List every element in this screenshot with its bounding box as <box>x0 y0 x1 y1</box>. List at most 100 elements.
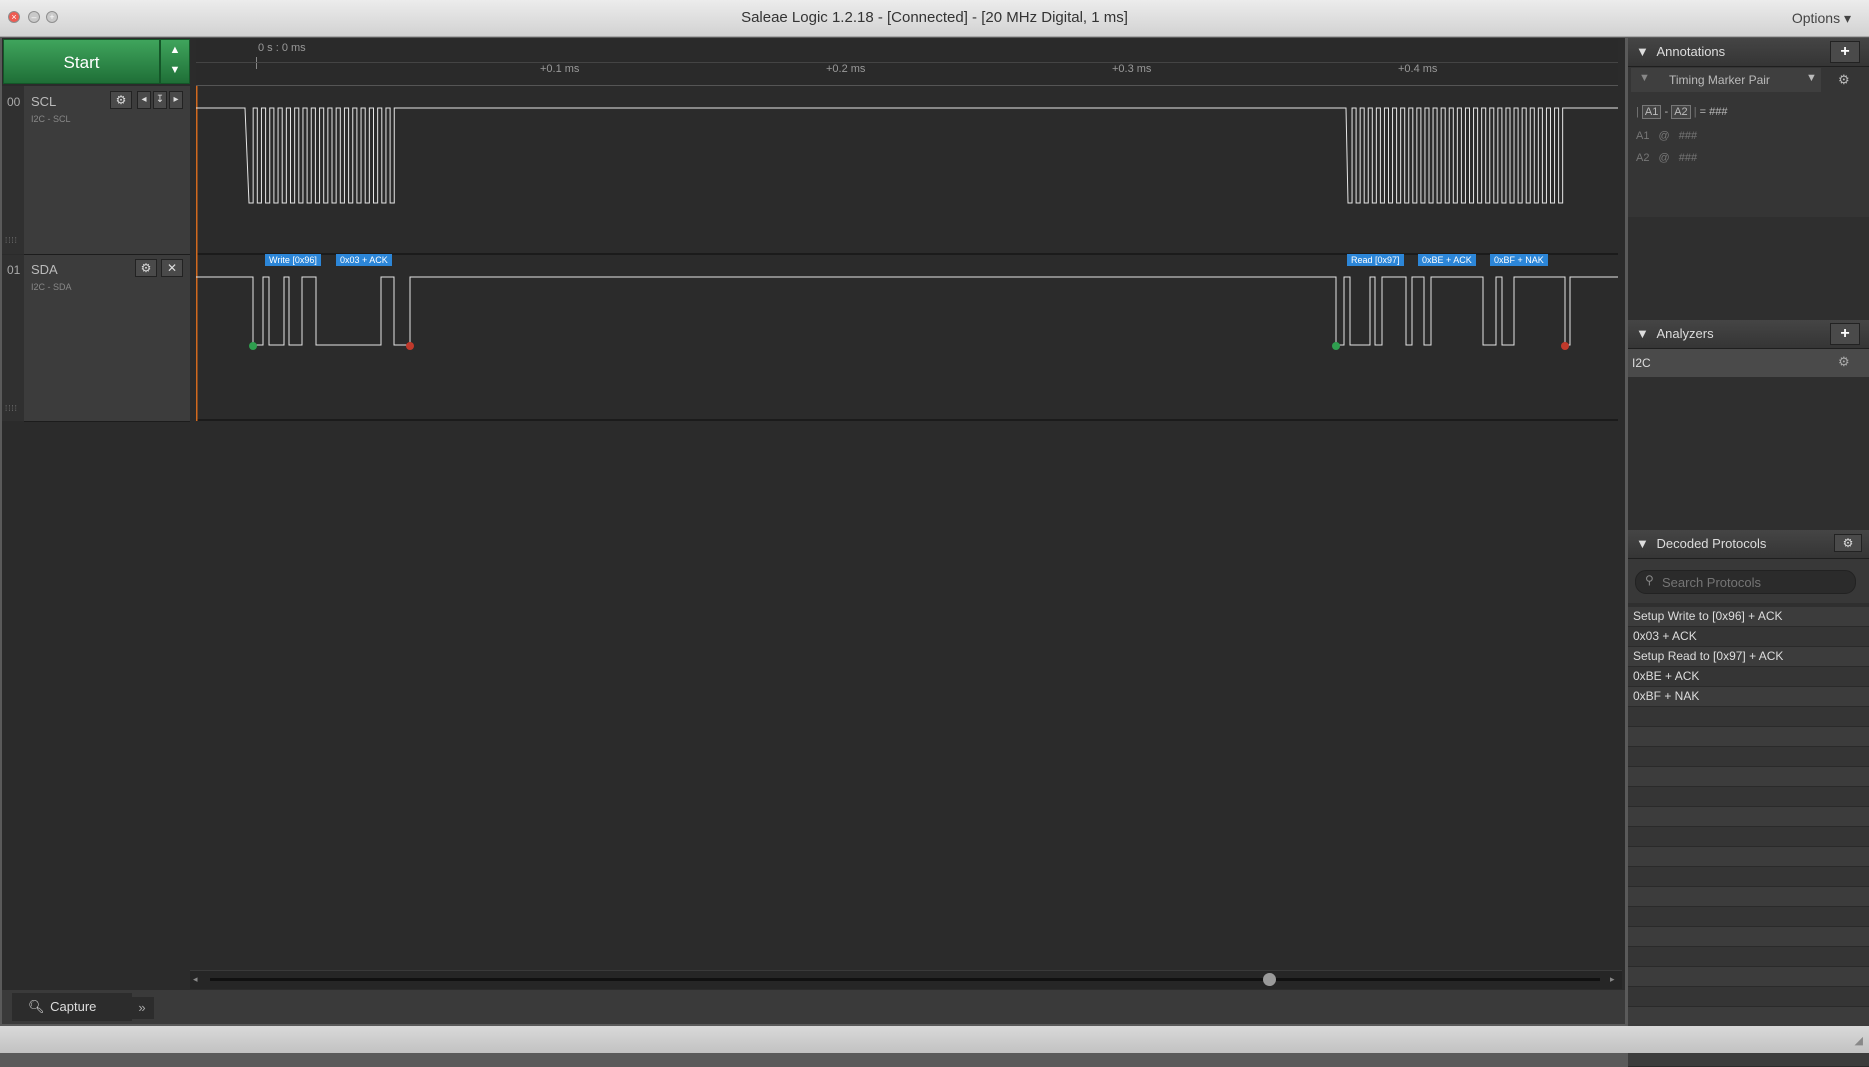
right-panel: ▼ Annotations + ▼ Timing Marker Pair ▼ ⚙… <box>1628 38 1869 1067</box>
analyzer-gear-icon[interactable]: ⚙ <box>1838 354 1850 370</box>
decoded-protocol-item[interactable]: 0xBE + ACK <box>1628 667 1869 687</box>
status-bar: ◢ <box>0 1026 1869 1053</box>
tick-label: +0.2 ms <box>826 63 866 75</box>
empty-row <box>1628 887 1869 907</box>
search-icon: ⚲ <box>1645 573 1654 587</box>
empty-row <box>1628 907 1869 927</box>
channel-1-drag-handle-icon[interactable]: ⁞⁞⁞⁞ <box>5 404 18 413</box>
analyzer-item[interactable]: I2C ⚙ <box>1628 349 1869 377</box>
start-button[interactable]: Start <box>3 39 160 84</box>
start-condition-dot[interactable] <box>249 342 257 350</box>
channel-1-header[interactable] <box>24 255 190 422</box>
options-menu[interactable]: Options ▾ <box>1792 10 1851 27</box>
bottom-bar <box>2 990 1625 1024</box>
sda-waveform <box>196 276 1618 346</box>
collapse-triangle-icon[interactable]: ▼ <box>1636 536 1649 551</box>
empty-row <box>1628 807 1869 827</box>
start-condition-dot[interactable] <box>1332 342 1340 350</box>
empty-row <box>1628 787 1869 807</box>
decoded-protocol-item[interactable]: Setup Read to [0x97] + ACK <box>1628 647 1869 667</box>
stop-condition-dot[interactable] <box>406 342 414 350</box>
empty-row <box>1628 967 1869 987</box>
channel-1-close-icon[interactable]: ✕ <box>161 259 183 277</box>
capture-tab[interactable]: 🔍︎ Capture <box>12 993 132 1021</box>
channel-0-trigger-icon[interactable]: ↧ <box>153 91 167 109</box>
add-annotation-button[interactable]: + <box>1830 41 1860 63</box>
empty-row <box>1628 867 1869 887</box>
timing-marker-pair-row[interactable]: ▼ Timing Marker Pair ▼ <box>1631 68 1821 92</box>
decoded-protocols-header[interactable]: ▼ Decoded Protocols <box>1628 530 1869 559</box>
decoded-gear-icon[interactable]: ⚙ <box>1834 534 1862 552</box>
expand-tabs-icon[interactable]: » <box>130 997 154 1019</box>
analyzers-title: Analyzers <box>1656 326 1714 341</box>
formula-dash: - <box>1664 106 1669 118</box>
a2-chip[interactable]: A2 <box>1671 105 1691 119</box>
dropdown-triangle-icon[interactable]: ▼ <box>1806 72 1817 84</box>
channel-0-next-edge-icon[interactable]: ▸ <box>169 91 183 109</box>
scl-waveform <box>196 107 1618 204</box>
empty-row <box>1628 847 1869 867</box>
analyzer-name: I2C <box>1632 356 1651 370</box>
decoded-protocols-title: Decoded Protocols <box>1656 536 1767 551</box>
a1-chip[interactable]: A1 <box>1641 105 1662 119</box>
search-protocols-field[interactable]: ⚲ <box>1635 570 1856 594</box>
channel-0-strip <box>2 86 24 254</box>
decoded-protocol-item[interactable]: 0x03 + ACK <box>1628 627 1869 647</box>
arrow-down-icon[interactable]: ▼ <box>161 60 189 80</box>
waveform-area[interactable]: Write [0x96] 0x03 + ACK Read [0x97] 0xBE… <box>194 86 1618 421</box>
empty-row <box>1628 987 1869 1007</box>
channel-1-gear-icon[interactable]: ⚙ <box>135 259 157 277</box>
a1-at: @ <box>1658 130 1670 142</box>
arrow-up-icon[interactable]: ▲ <box>161 40 189 60</box>
decoded-protocol-item[interactable]: 0xBF + NAK <box>1628 687 1869 707</box>
decode-tag[interactable]: Write [0x96] <box>265 254 321 266</box>
empty-row <box>1628 927 1869 947</box>
scroll-thumb[interactable] <box>1263 973 1276 986</box>
channel-0-name[interactable]: SCL <box>31 94 56 109</box>
marker-pin-icon: ▼ <box>1639 72 1650 84</box>
channel-1-name[interactable]: SDA <box>31 262 58 277</box>
marker-gear-icon[interactable]: ⚙ <box>1838 72 1850 88</box>
channel-0-prev-edge-icon[interactable]: ◂ <box>137 91 151 109</box>
decode-tag[interactable]: 0xBF + NAK <box>1490 254 1548 266</box>
decode-tag[interactable]: 0xBE + ACK <box>1418 254 1476 266</box>
formula-result: = ### <box>1699 106 1728 118</box>
empty-row <box>1628 1007 1869 1027</box>
add-analyzer-button[interactable]: + <box>1830 323 1860 345</box>
decoded-protocol-item[interactable]: Setup Write to [0x96] + ACK <box>1628 607 1869 627</box>
time-ruler[interactable]: 0 s : 0 ms +0.1 ms +0.2 ms +0.3 ms +0.4 … <box>196 39 1618 86</box>
empty-row <box>1628 707 1869 727</box>
a2-label: A2 <box>1636 152 1650 164</box>
decoded-protocol-list: Setup Write to [0x96] + ACK 0x03 + ACK S… <box>1628 607 1869 707</box>
stop-condition-dot[interactable] <box>1561 342 1569 350</box>
a1-label: A1 <box>1636 130 1650 142</box>
empty-row <box>1628 767 1869 787</box>
waveform-svg <box>194 86 1618 421</box>
decode-tag[interactable]: Read [0x97] <box>1347 254 1404 266</box>
start-options-arrows[interactable]: ▲ ▼ <box>160 39 190 84</box>
decode-tag[interactable]: 0x03 + ACK <box>336 254 392 266</box>
title-bar: × – + Saleae Logic 1.2.18 - [Connected] … <box>0 0 1869 37</box>
a2-row: A2 @ ### <box>1636 152 1697 164</box>
timing-marker-pair-label: Timing Marker Pair <box>1669 73 1770 87</box>
horizontal-scrollbar[interactable]: ◂ ▸ <box>190 970 1622 989</box>
channel-0-number: 00 <box>7 95 21 109</box>
tick-label: +0.1 ms <box>540 63 580 75</box>
origin-tick <box>256 57 257 69</box>
a1-row: A1 @ ### <box>1636 130 1697 142</box>
channel-0-gear-icon[interactable]: ⚙ <box>110 91 132 109</box>
scroll-left-icon[interactable]: ◂ <box>193 974 198 985</box>
annotations-title: Annotations <box>1656 44 1726 59</box>
collapse-triangle-icon[interactable]: ▼ <box>1636 44 1649 59</box>
search-protocols-input[interactable] <box>1660 573 1849 591</box>
scroll-track[interactable] <box>210 978 1600 981</box>
channel-1-strip <box>2 255 24 421</box>
empty-row <box>1628 727 1869 747</box>
channel-0-drag-handle-icon[interactable]: ⁞⁞⁞⁞ <box>5 236 18 245</box>
scroll-right-icon[interactable]: ▸ <box>1610 974 1615 985</box>
channel-0-header[interactable] <box>24 86 190 255</box>
empty-list-rows <box>1628 707 1869 1067</box>
channel-0-subtitle: I2C - SCL <box>31 114 71 124</box>
resize-grip-icon[interactable]: ◢ <box>1855 1034 1863 1047</box>
collapse-triangle-icon[interactable]: ▼ <box>1636 326 1649 341</box>
